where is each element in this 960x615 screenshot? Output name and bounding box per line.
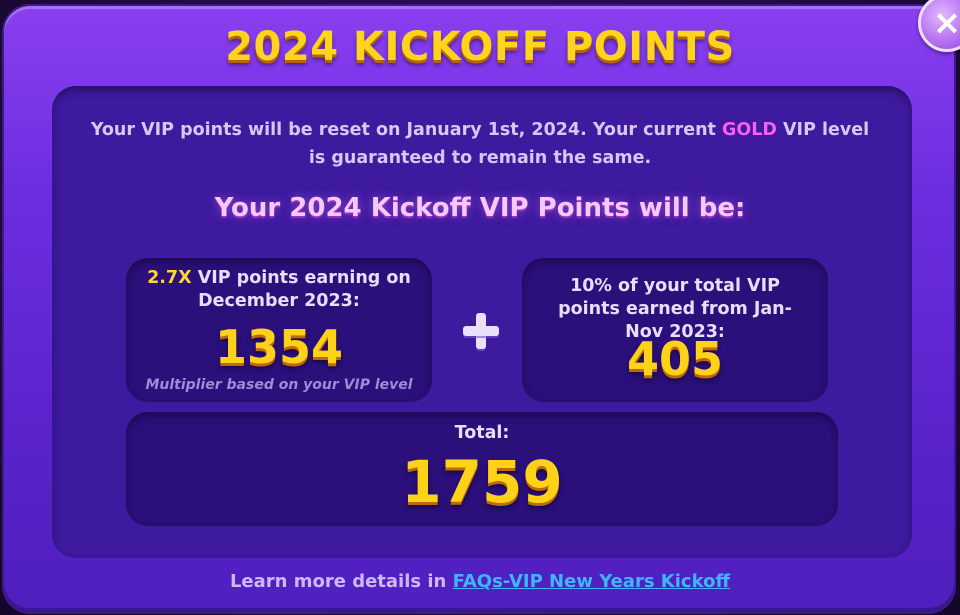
kickoff-subheading: Your 2024 Kickoff VIP Points will be:: [214, 193, 746, 223]
footer-text: Learn more details in: [229, 571, 453, 592]
vip-level: GOLD: [722, 120, 777, 140]
multiplier-footnote: Multiplier based on your VIP level: [145, 377, 413, 393]
reset-notice: Your VIP points will be reset on January…: [90, 116, 870, 172]
december-points-label: 2.7X VIP points earning on December 2023…: [126, 267, 432, 313]
total-label: Total:: [454, 423, 510, 443]
faq-link[interactable]: FAQs-VIP New Years Kickoff: [453, 571, 730, 592]
plus-icon: [463, 313, 499, 349]
earlier-points-value: 405: [626, 332, 724, 386]
total-points-box: Total: 1759: [126, 412, 838, 526]
december-label-text: VIP points earning on December 2023:: [191, 268, 411, 311]
total-points-value: 1759: [401, 448, 563, 516]
dialog-title: 2024 KICKOFF POINTS: [225, 24, 735, 70]
details-footer: Learn more details in FAQs-VIP New Years…: [0, 571, 960, 592]
close-icon: ×: [932, 3, 960, 43]
multiplier-value: 2.7X: [147, 268, 192, 288]
december-points-box: 2.7X VIP points earning on December 2023…: [126, 258, 432, 402]
notice-text-before: Your VIP points will be reset on January…: [90, 120, 722, 140]
december-points-value: 1354: [214, 320, 344, 374]
earlier-points-box: 10% of your total VIP points earned from…: [522, 258, 828, 402]
